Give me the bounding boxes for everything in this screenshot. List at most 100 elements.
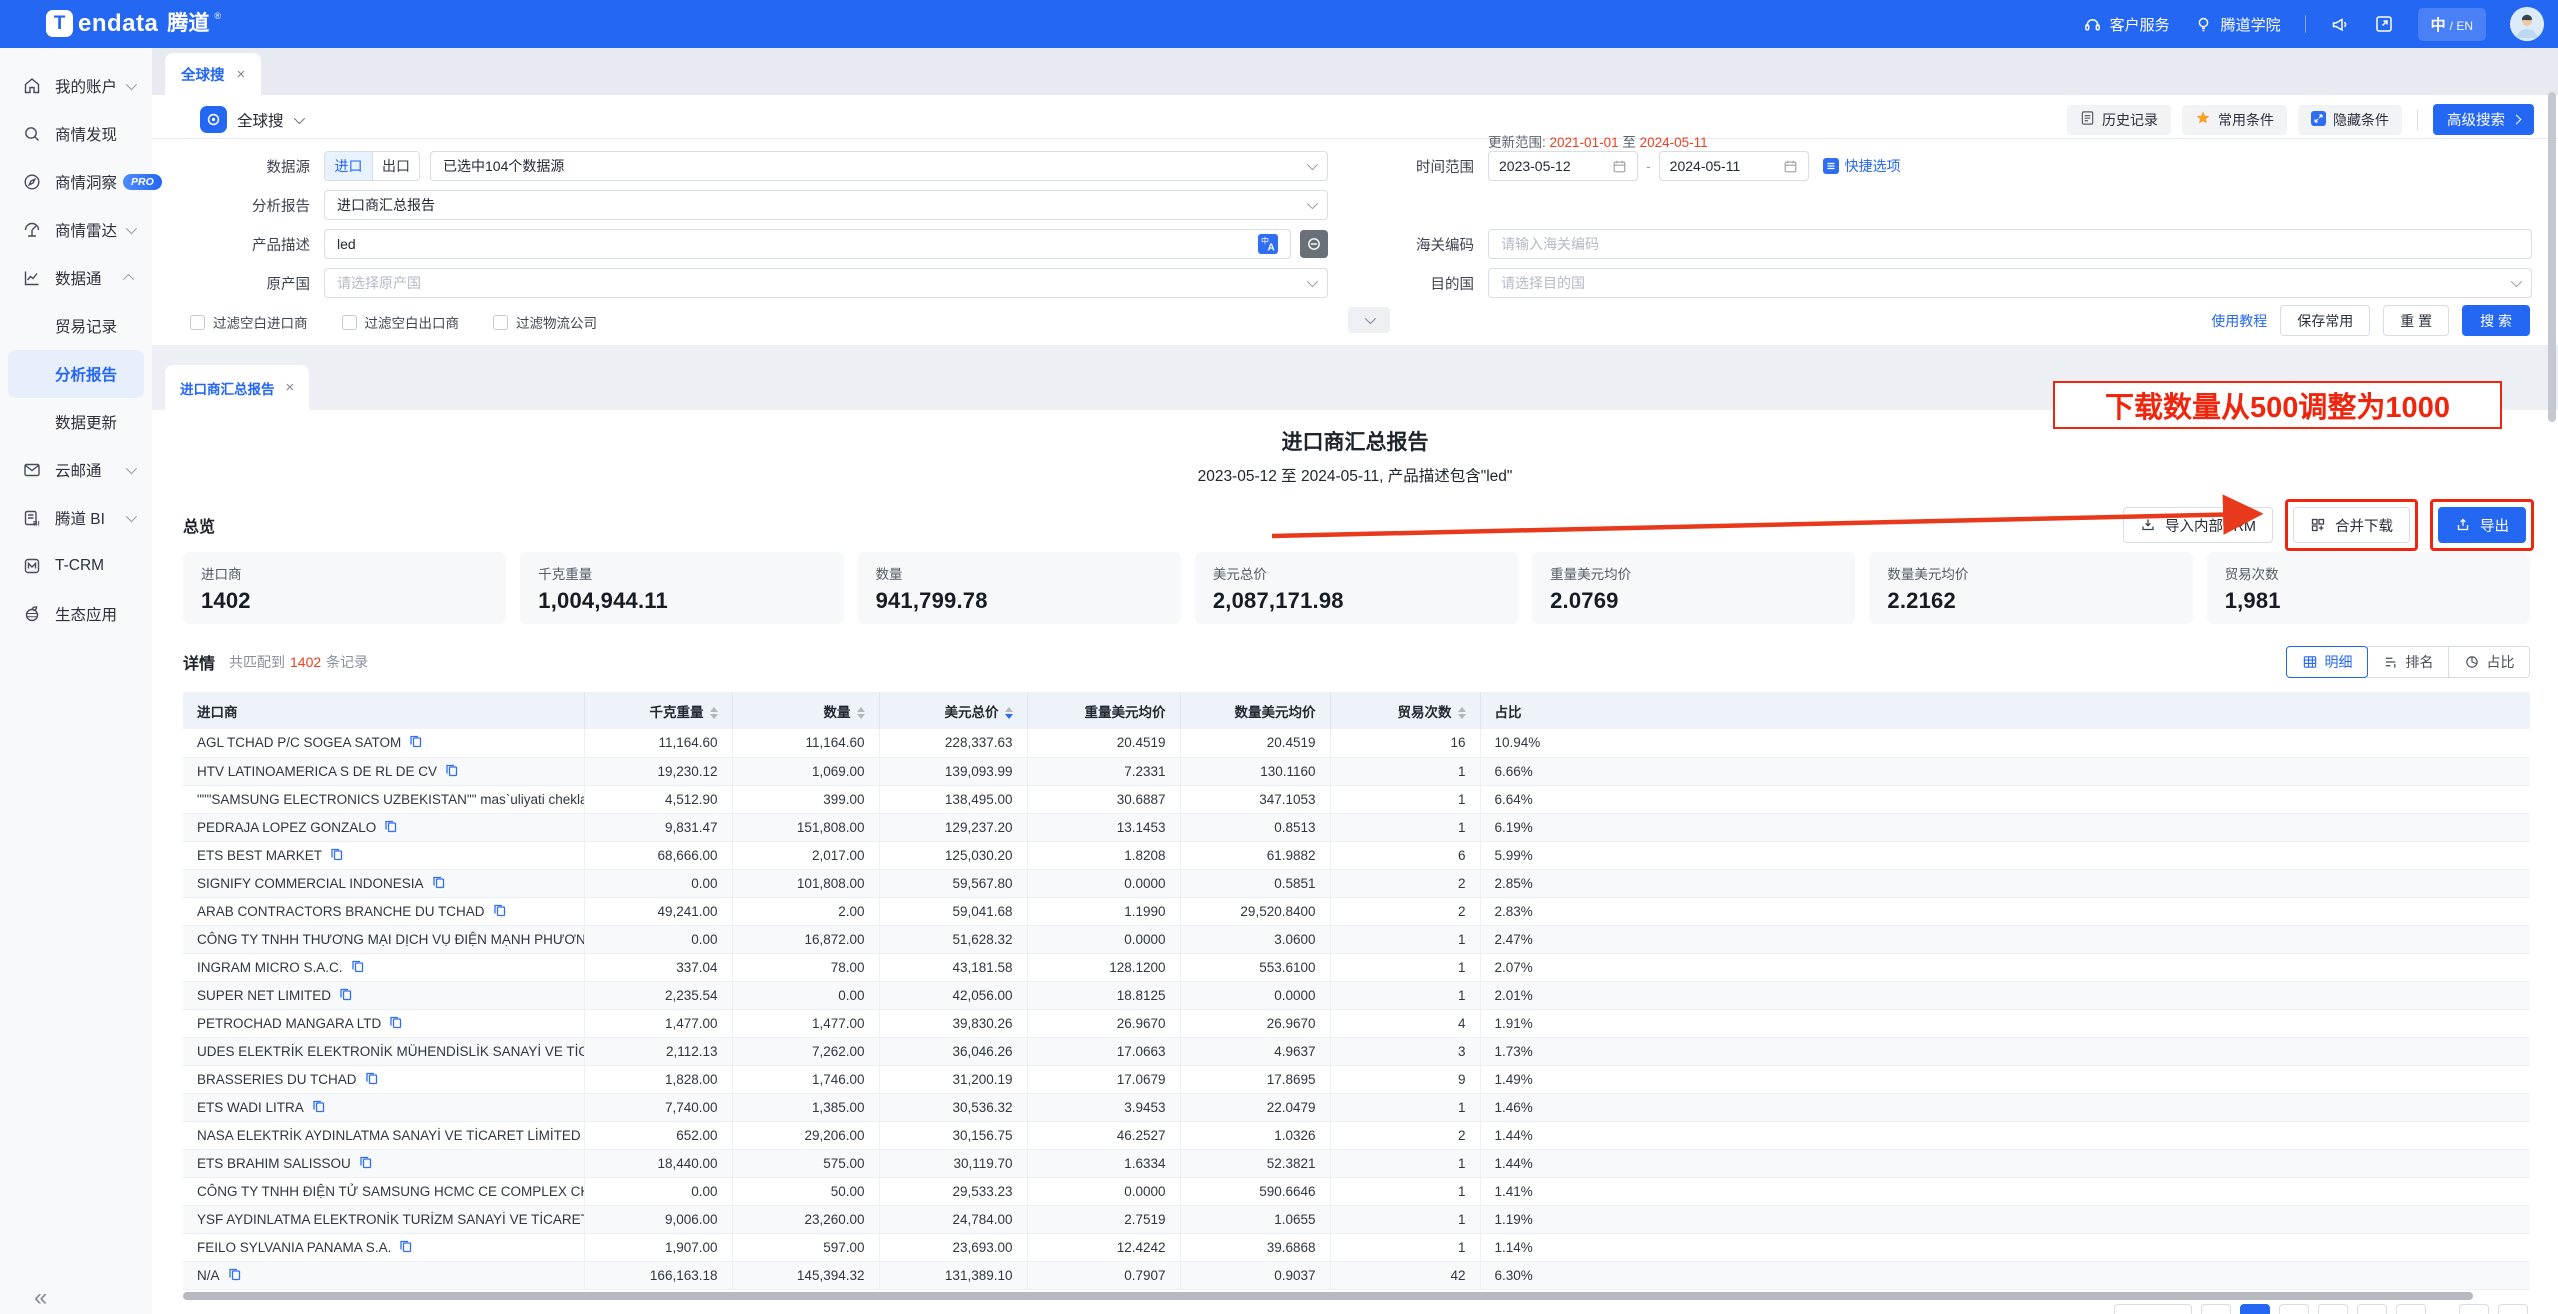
copy-icon[interactable]	[228, 1267, 241, 1284]
user-avatar[interactable]	[2510, 7, 2544, 41]
sidebar-item-商情发现[interactable]: 商情发现	[0, 110, 152, 158]
tutorial-link[interactable]: 使用教程	[2211, 311, 2267, 331]
sort-icons[interactable]	[1005, 707, 1013, 719]
report-tab[interactable]: 进口商汇总报告	[165, 365, 309, 410]
table-row[interactable]: N/A166,163.18145,394.32131,389.100.79070…	[183, 1261, 2530, 1289]
close-icon[interactable]	[286, 379, 295, 396]
announcement-icon[interactable]	[2330, 14, 2350, 34]
column-header-千克重量[interactable]: 千克重量	[584, 692, 732, 729]
date-to-input[interactable]: 2024-05-11	[1659, 151, 1809, 181]
fullscreen-icon[interactable]	[2374, 14, 2394, 34]
page-button-active[interactable]	[2240, 1304, 2270, 1314]
sidebar-item-数据更新[interactable]: 数据更新	[0, 398, 152, 446]
table-row[interactable]: """SAMSUNG ELECTRONICS UZBEKISTAN"" mas`…	[183, 785, 2530, 813]
page-jump-button[interactable]	[2498, 1304, 2528, 1314]
table-row[interactable]: CÔNG TY TNHH ĐIỆN TỬ SAMSUNG HCMC CE COM…	[183, 1177, 2530, 1205]
table-row[interactable]: INGRAM MICRO S.A.C.337.0478.0043,181.581…	[183, 953, 2530, 981]
table-row[interactable]: HTV LATINOAMERICA S DE RL DE CV19,230.12…	[183, 757, 2530, 785]
fuzzy-match-icon[interactable]	[1300, 230, 1328, 258]
customer-service-button[interactable]: 客户服务	[2083, 14, 2170, 35]
table-row[interactable]: ETS BRAHIM SALISSOU18,440.00575.0030,119…	[183, 1149, 2530, 1177]
view-rank-button[interactable]: 排名	[2367, 646, 2449, 678]
favorites-button[interactable]: 常用条件	[2182, 105, 2287, 135]
product-input[interactable]: led 中A	[324, 229, 1291, 259]
report-type-select[interactable]: 进口商汇总报告	[324, 190, 1328, 220]
table-row[interactable]: BRASSERIES DU TCHAD1,828.001,746.0031,20…	[183, 1065, 2530, 1093]
sidebar-collapse-button[interactable]: «	[34, 1284, 47, 1312]
datasource-select[interactable]: 已选中104个数据源	[430, 151, 1328, 181]
sidebar-item-商情雷达[interactable]: 商情雷达	[0, 206, 152, 254]
export-button[interactable]: 导出	[2438, 507, 2526, 543]
copy-icon[interactable]	[365, 1071, 378, 1088]
advanced-search-button[interactable]: 高级搜索	[2433, 104, 2534, 135]
sidebar-item-腾道 BI[interactable]: BI腾道 BI	[0, 494, 152, 542]
copy-icon[interactable]	[493, 903, 506, 920]
sidebar-item-T-CRM[interactable]: T-CRM	[0, 542, 152, 590]
form-collapse-toggle[interactable]	[1348, 307, 1390, 333]
sidebar-item-贸易记录[interactable]: 贸易记录	[0, 302, 152, 350]
sidebar-item-云邮通[interactable]: 云邮通	[0, 446, 152, 494]
copy-icon[interactable]	[359, 1155, 372, 1172]
module-selector[interactable]: 全球搜	[200, 106, 302, 133]
close-icon[interactable]	[237, 66, 246, 83]
origin-country-select[interactable]: 请选择原产国	[324, 268, 1328, 298]
view-ratio-button[interactable]: 占比	[2448, 646, 2530, 678]
sort-icons[interactable]	[710, 707, 718, 719]
hs-code-input[interactable]: 请输入海关编码	[1488, 229, 2532, 259]
copy-icon[interactable]	[389, 1015, 402, 1032]
import-crm-button[interactable]: 导入内部CRM	[2123, 507, 2273, 543]
date-from-input[interactable]: 2023-05-12	[1488, 151, 1638, 181]
scrollbar-thumb[interactable]	[183, 1292, 2473, 1300]
page-button[interactable]	[2396, 1304, 2426, 1314]
destination-select[interactable]: 请选择目的国	[1488, 268, 2532, 298]
table-row[interactable]: AGL TCHAD P/C SOGEA SATOM11,164.6011,164…	[183, 729, 2530, 757]
academy-button[interactable]: 腾道学院	[2194, 14, 2281, 35]
sidebar-item-我的账户[interactable]: 我的账户	[0, 62, 152, 110]
page-button[interactable]	[2357, 1304, 2387, 1314]
table-row[interactable]: CÔNG TY TNHH THƯƠNG MẠI DỊCH VỤ ĐIỆN MẠN…	[183, 925, 2530, 953]
table-row[interactable]: YSF AYDINLATMA ELEKTRONİK TURİZM SANAYİ …	[183, 1205, 2530, 1233]
copy-icon[interactable]	[351, 959, 364, 976]
table-row[interactable]: FEILO SYLVANIA PANAMA S.A.1,907.00597.00…	[183, 1233, 2530, 1261]
copy-icon[interactable]	[409, 734, 422, 751]
sidebar-item-数据通[interactable]: 数据通	[0, 254, 152, 302]
copy-icon[interactable]	[384, 819, 397, 836]
import-toggle[interactable]: 进口	[325, 152, 372, 180]
vertical-scrollbar[interactable]	[2548, 92, 2556, 422]
history-button[interactable]: 历史记录	[2067, 105, 2171, 135]
column-header-贸易次数[interactable]: 贸易次数	[1330, 692, 1480, 729]
sidebar-item-商情洞察[interactable]: 商情洞察PRO	[0, 158, 152, 206]
copy-icon[interactable]	[445, 763, 458, 780]
sidebar-item-生态应用[interactable]: 生态应用	[0, 590, 152, 638]
page-button[interactable]	[2318, 1304, 2348, 1314]
tab-global-search[interactable]: 全球搜	[165, 53, 261, 95]
copy-icon[interactable]	[399, 1239, 412, 1256]
column-header-重量美元均价[interactable]: 重量美元均价	[1027, 692, 1180, 729]
search-button[interactable]: 搜 索	[2462, 305, 2530, 336]
page-size-select[interactable]	[2114, 1304, 2192, 1314]
table-row[interactable]: SUPER NET LIMITED2,235.540.0042,056.0018…	[183, 981, 2530, 1009]
sidebar-item-分析报告[interactable]: 分析报告	[8, 350, 144, 398]
hide-conditions-button[interactable]: 隐藏条件	[2298, 105, 2402, 135]
table-row[interactable]: NASA ELEKTRİK AYDINLATMA SANAYİ VE TİCAR…	[183, 1121, 2530, 1149]
sort-icons[interactable]	[857, 707, 865, 719]
table-row[interactable]: PEDRAJA LOPEZ GONZALO9,831.47151,808.001…	[183, 813, 2530, 841]
sort-icons[interactable]	[1458, 707, 1466, 719]
save-favorite-button[interactable]: 保存常用	[2280, 305, 2370, 336]
horizontal-scrollbar[interactable]	[183, 1292, 2505, 1300]
column-header-数量美元均价[interactable]: 数量美元均价	[1180, 692, 1330, 729]
column-header-数量[interactable]: 数量	[732, 692, 879, 729]
view-detail-button[interactable]: 明细	[2286, 646, 2368, 678]
quick-options-link[interactable]: 快捷选项	[1823, 156, 1901, 176]
tendata-logo[interactable]: T endata 腾道 ®	[46, 9, 221, 39]
language-toggle[interactable]: 中 / EN	[2418, 8, 2486, 41]
copy-icon[interactable]	[330, 847, 343, 864]
next-page-button[interactable]	[2459, 1304, 2489, 1314]
copy-icon[interactable]	[312, 1099, 325, 1116]
table-row[interactable]: SIGNIFY COMMERCIAL INDONESIA0.00101,808.…	[183, 869, 2530, 897]
table-row[interactable]: PETROCHAD MANGARA LTD1,477.001,477.0039,…	[183, 1009, 2530, 1037]
export-toggle[interactable]: 出口	[372, 152, 419, 180]
filter-checkbox[interactable]: 过滤空白进口商	[190, 312, 308, 332]
filter-checkbox[interactable]: 过滤物流公司	[493, 312, 597, 332]
table-row[interactable]: ARAB CONTRACTORS BRANCHE DU TCHAD49,241.…	[183, 897, 2530, 925]
